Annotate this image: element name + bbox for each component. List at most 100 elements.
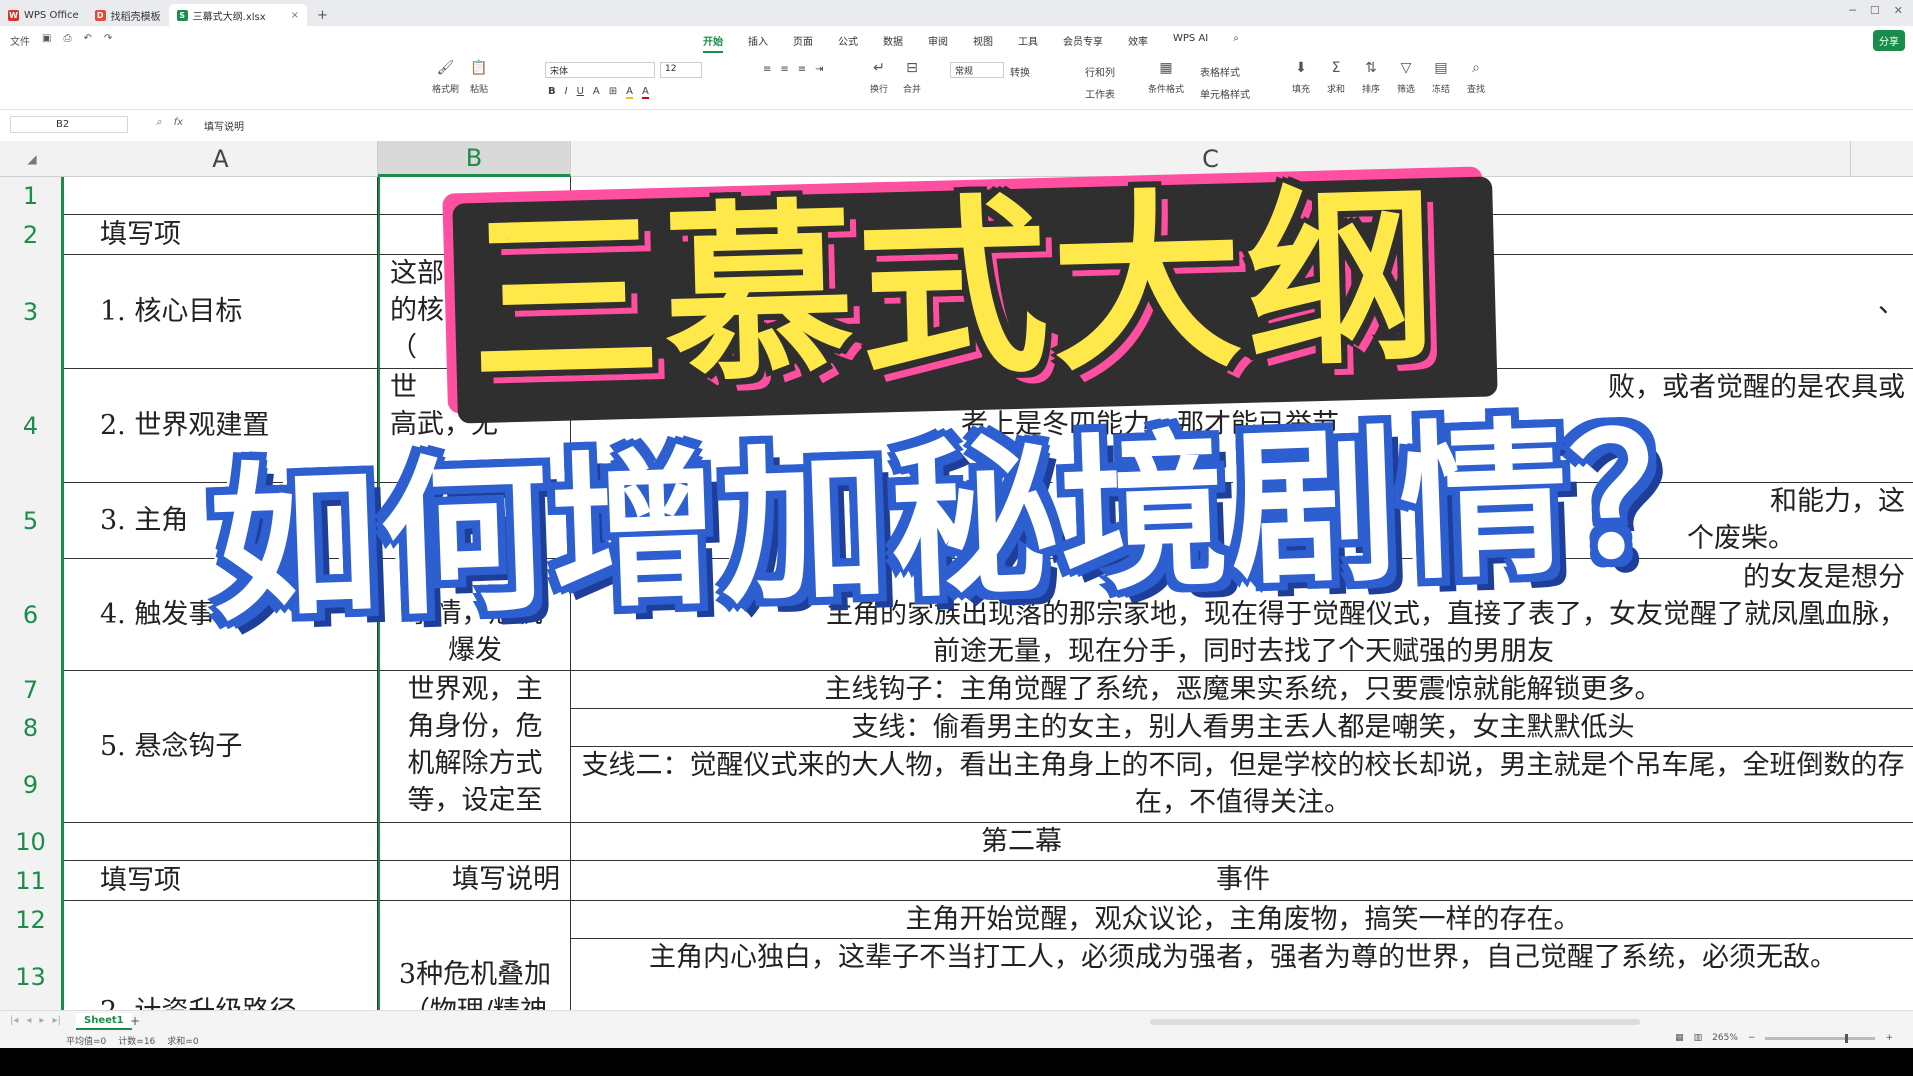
strikethrough-icon[interactable]: A bbox=[593, 86, 600, 99]
font-size-select[interactable]: 12 bbox=[660, 62, 702, 78]
cell-a2[interactable]: 填写项 bbox=[64, 215, 378, 255]
cell-c9[interactable]: 支线二：觉醒仪式来的大人物，看出主角身上的不同，但是学校的校长却说，男主就是个吊… bbox=[571, 747, 1913, 823]
row-header[interactable]: 6 bbox=[0, 559, 61, 671]
save-icon[interactable]: ▣ bbox=[42, 33, 51, 48]
row-header[interactable]: 9 bbox=[0, 747, 61, 823]
page-view-icon[interactable]: ▥ bbox=[1694, 1033, 1703, 1043]
zoom-in-icon[interactable]: + bbox=[1885, 1033, 1893, 1043]
freeze-button[interactable]: ▤ 冻结 bbox=[1432, 60, 1450, 95]
convert-button[interactable]: 转换 bbox=[1010, 64, 1030, 79]
cell-b7[interactable]: 世界观，主 角身份，危 机解除方式 等，设定至 bbox=[378, 671, 571, 823]
zoom-level[interactable]: 265% bbox=[1712, 1033, 1738, 1043]
cell-c10[interactable]: 第二幕 bbox=[571, 823, 1913, 861]
sheet-tab-sheet1[interactable]: Sheet1 bbox=[76, 1013, 132, 1030]
row-header[interactable]: 5 bbox=[0, 483, 61, 559]
tab-home[interactable]: 开始 bbox=[703, 33, 723, 53]
cell-c12[interactable]: 主角开始觉醒，观众议论，主角废物，搞笑一样的存在。 bbox=[571, 901, 1913, 939]
font-color-icon[interactable]: A bbox=[641, 86, 649, 99]
tab-efficiency[interactable]: 效率 bbox=[1128, 33, 1148, 53]
tab-document[interactable]: S 三幕式大纲.xlsx × bbox=[168, 4, 308, 26]
indent-icon[interactable]: ⇥ bbox=[815, 64, 823, 75]
cell-a7[interactable]: 5. 悬念钩子 bbox=[64, 671, 378, 823]
underline-icon[interactable]: U bbox=[577, 86, 584, 99]
new-tab-button[interactable]: + bbox=[317, 4, 328, 26]
cell-b10[interactable] bbox=[378, 823, 571, 861]
cell-b11[interactable]: 填写说明 bbox=[378, 861, 571, 901]
border-icon[interactable]: ⊞ bbox=[609, 86, 617, 99]
tab-tools[interactable]: 工具 bbox=[1018, 33, 1038, 53]
column-header-a[interactable]: A bbox=[64, 141, 378, 177]
formula-input[interactable]: 填写说明 bbox=[204, 118, 244, 133]
minimize-icon[interactable]: ─ bbox=[1849, 4, 1856, 17]
maximize-icon[interactable]: ☐ bbox=[1870, 4, 1880, 17]
close-icon[interactable]: × bbox=[291, 10, 299, 21]
normal-view-icon[interactable]: ▦ bbox=[1675, 1033, 1684, 1043]
add-sheet-button[interactable]: + bbox=[130, 1014, 140, 1028]
format-painter-button[interactable]: 🖌 格式刷 bbox=[432, 60, 459, 95]
column-header-b[interactable]: B bbox=[378, 141, 571, 177]
italic-icon[interactable]: I bbox=[565, 86, 568, 99]
file-menu[interactable]: 文件 bbox=[10, 33, 30, 48]
align-top-icon[interactable]: ≡ bbox=[763, 64, 771, 75]
zoom-slider[interactable] bbox=[1765, 1033, 1876, 1043]
align-bottom-icon[interactable]: ≡ bbox=[798, 64, 806, 75]
row-header[interactable]: 11 bbox=[0, 861, 61, 901]
bold-icon[interactable]: B bbox=[548, 86, 556, 99]
next-sheet-icon[interactable]: ▸ bbox=[39, 1015, 44, 1026]
close-window-icon[interactable]: ✕ bbox=[1894, 4, 1903, 17]
tab-page[interactable]: 页面 bbox=[793, 33, 813, 53]
tab-formula[interactable]: 公式 bbox=[838, 33, 858, 53]
tab-data[interactable]: 数据 bbox=[883, 33, 903, 53]
prev-sheet-icon[interactable]: ◂ bbox=[26, 1015, 31, 1026]
undo-icon[interactable]: ↶ bbox=[83, 33, 91, 48]
align-middle-icon[interactable]: ≡ bbox=[780, 64, 788, 75]
row-header[interactable]: 1 bbox=[0, 177, 61, 215]
last-sheet-icon[interactable]: ▸| bbox=[52, 1015, 60, 1026]
wrap-button[interactable]: ↵ 换行 bbox=[870, 60, 888, 95]
cell-a1[interactable] bbox=[64, 177, 378, 215]
row-header[interactable]: 13 bbox=[0, 939, 61, 1015]
cell-a12[interactable]: 2. 计资升级路径 bbox=[64, 901, 378, 1010]
cell-c13[interactable]: 主角内心独白，这辈子不当打工人，必须成为强者，强者为尊的世界，自己觉醒了系统，必… bbox=[571, 939, 1913, 1010]
share-button[interactable]: 分享 bbox=[1873, 30, 1905, 51]
cell-c7[interactable]: 主线钩子：主角觉醒了系统，恶魔果实系统，只要震惊就能解锁更多。 bbox=[571, 671, 1913, 709]
zoom-out-icon[interactable]: − bbox=[1748, 1033, 1756, 1043]
filter-button[interactable]: ▽ 筛选 bbox=[1397, 60, 1415, 95]
row-header[interactable]: 4 bbox=[0, 369, 61, 483]
cond-format-button[interactable]: ▦ 条件格式 bbox=[1148, 60, 1184, 95]
find-button[interactable]: ⌕ 查找 bbox=[1467, 60, 1485, 95]
row-header[interactable]: 8 bbox=[0, 709, 61, 747]
print-icon[interactable]: ⎙ bbox=[63, 33, 71, 48]
row-header[interactable]: 7 bbox=[0, 671, 61, 709]
cell-a10[interactable] bbox=[64, 823, 378, 861]
tab-insert[interactable]: 插入 bbox=[748, 33, 768, 53]
zoom-icon[interactable]: ⌕ bbox=[156, 117, 162, 128]
tab-view[interactable]: 视图 bbox=[973, 33, 993, 53]
search-icon[interactable]: ⌕ bbox=[1233, 33, 1239, 53]
tab-docer[interactable]: D 找稻壳模板 bbox=[87, 4, 169, 26]
paste-button[interactable]: 📋 粘贴 bbox=[470, 60, 488, 95]
row-header[interactable]: 10 bbox=[0, 823, 61, 861]
cell-style-button[interactable]: 单元格样式 bbox=[1200, 86, 1250, 101]
row-header[interactable]: 12 bbox=[0, 901, 61, 939]
select-all-corner[interactable]: ◢ bbox=[0, 141, 64, 177]
table-style-button[interactable]: 表格样式 bbox=[1200, 64, 1240, 79]
tab-member[interactable]: 会员专享 bbox=[1063, 33, 1103, 53]
row-header[interactable]: 2 bbox=[0, 215, 61, 255]
cell-a11[interactable]: 填写项 bbox=[64, 861, 378, 901]
fill-color-icon[interactable]: A bbox=[626, 86, 633, 99]
number-format-select[interactable]: 常规 bbox=[950, 62, 1004, 78]
name-box[interactable]: B2 bbox=[10, 116, 128, 133]
row-col-button[interactable]: 行和列 bbox=[1085, 64, 1115, 79]
tab-wps-ai[interactable]: WPS AI bbox=[1173, 33, 1208, 53]
sum-button[interactable]: Σ 求和 bbox=[1327, 60, 1345, 95]
tab-wps-office[interactable]: W WPS Office bbox=[0, 4, 87, 26]
redo-icon[interactable]: ↷ bbox=[104, 33, 112, 48]
fx-icon[interactable]: fx bbox=[174, 117, 183, 128]
font-name-select[interactable]: 宋体 bbox=[545, 62, 655, 78]
cell-b12[interactable]: 3种危机叠加 （物理/精神 bbox=[378, 901, 571, 1010]
first-sheet-icon[interactable]: |◂ bbox=[10, 1015, 18, 1026]
cell-c8[interactable]: 支线：偷看男主的女主，别人看男主丢人都是嘲笑，女主默默低头 bbox=[571, 709, 1913, 747]
tab-review[interactable]: 审阅 bbox=[928, 33, 948, 53]
zoom-slider-thumb[interactable] bbox=[1845, 1033, 1849, 1043]
